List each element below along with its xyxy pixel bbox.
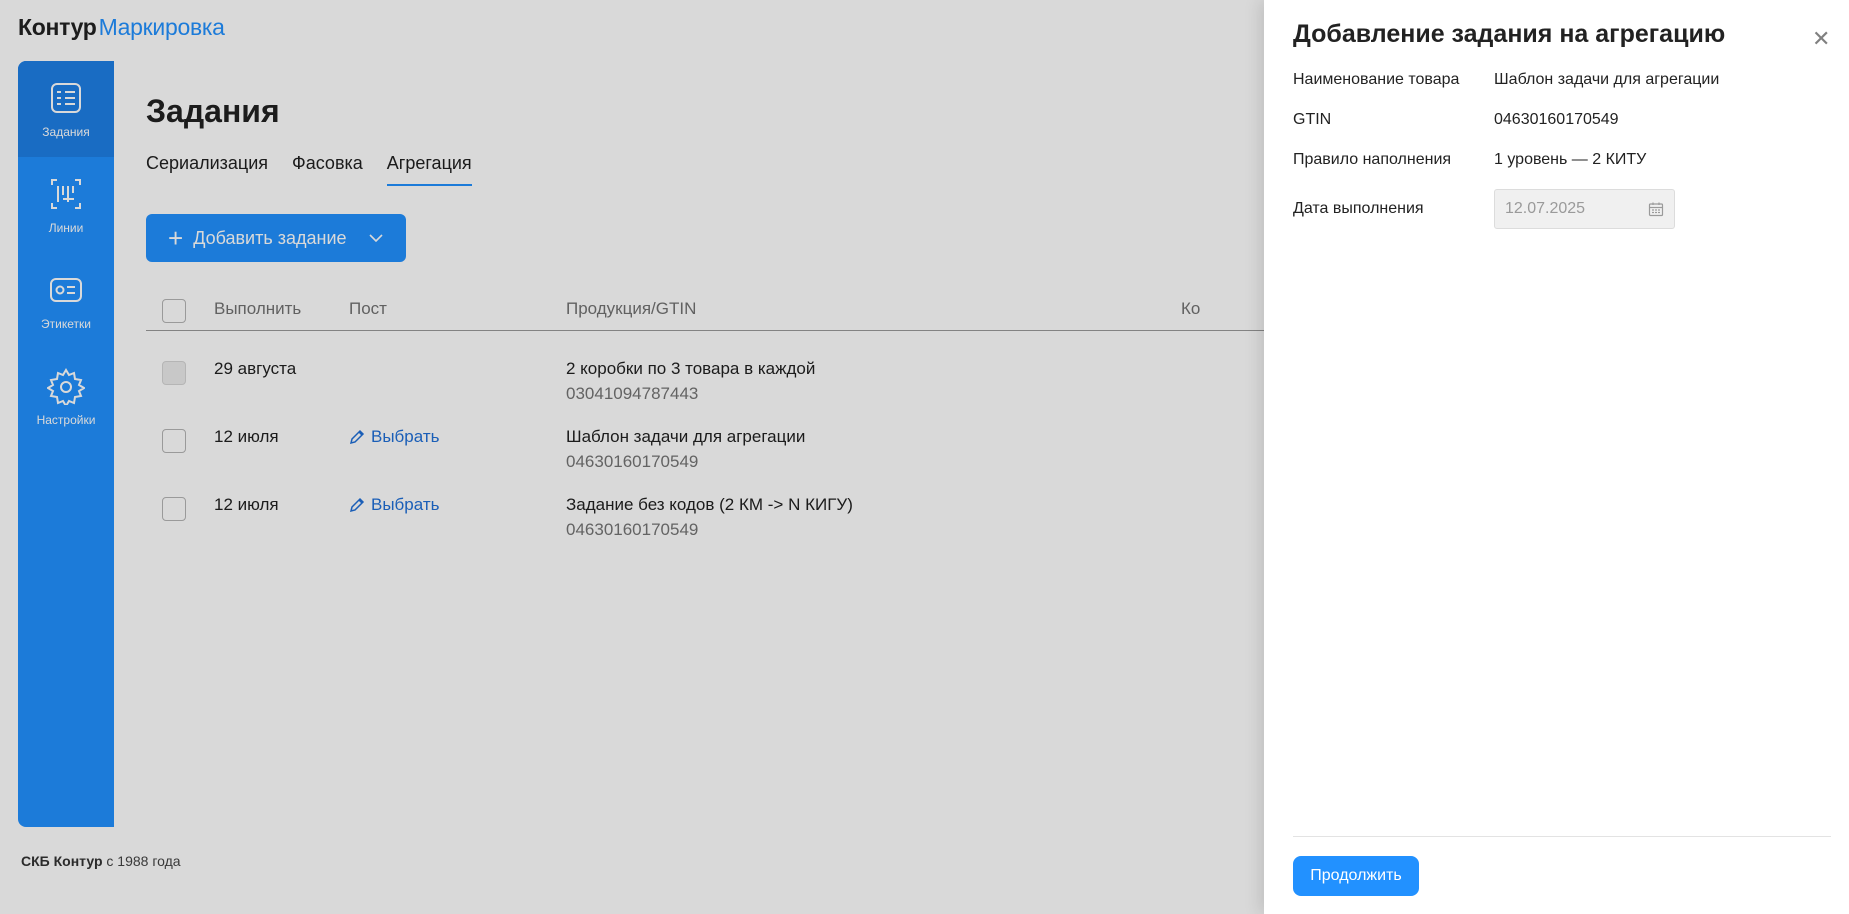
field-value-product: Шаблон задачи для агрегации [1494, 71, 1720, 88]
field-label-date: Дата выполнения [1293, 200, 1424, 217]
field-label-rule: Правило наполнения [1293, 151, 1452, 168]
field-value-gtin: 04630160170549 [1494, 111, 1619, 128]
field-label-gtin: GTIN [1293, 111, 1332, 128]
calendar-icon [1648, 202, 1664, 217]
panel-divider [1293, 836, 1831, 837]
close-icon[interactable]: ✕ [1812, 28, 1830, 50]
date-value: 12.07.2025 [1505, 200, 1586, 217]
continue-button[interactable]: Продолжить [1293, 856, 1419, 896]
panel-title: Добавление задания на агрегацию [1293, 20, 1726, 48]
add-aggregation-panel: Добавление задания на агрегацию ✕ Наимен… [1264, 0, 1849, 914]
field-label-product: Наименование товара [1293, 71, 1460, 88]
field-value-rule: 1 уровень — 2 КИТУ [1494, 151, 1647, 168]
date-input[interactable]: 12.07.2025 [1494, 189, 1675, 229]
